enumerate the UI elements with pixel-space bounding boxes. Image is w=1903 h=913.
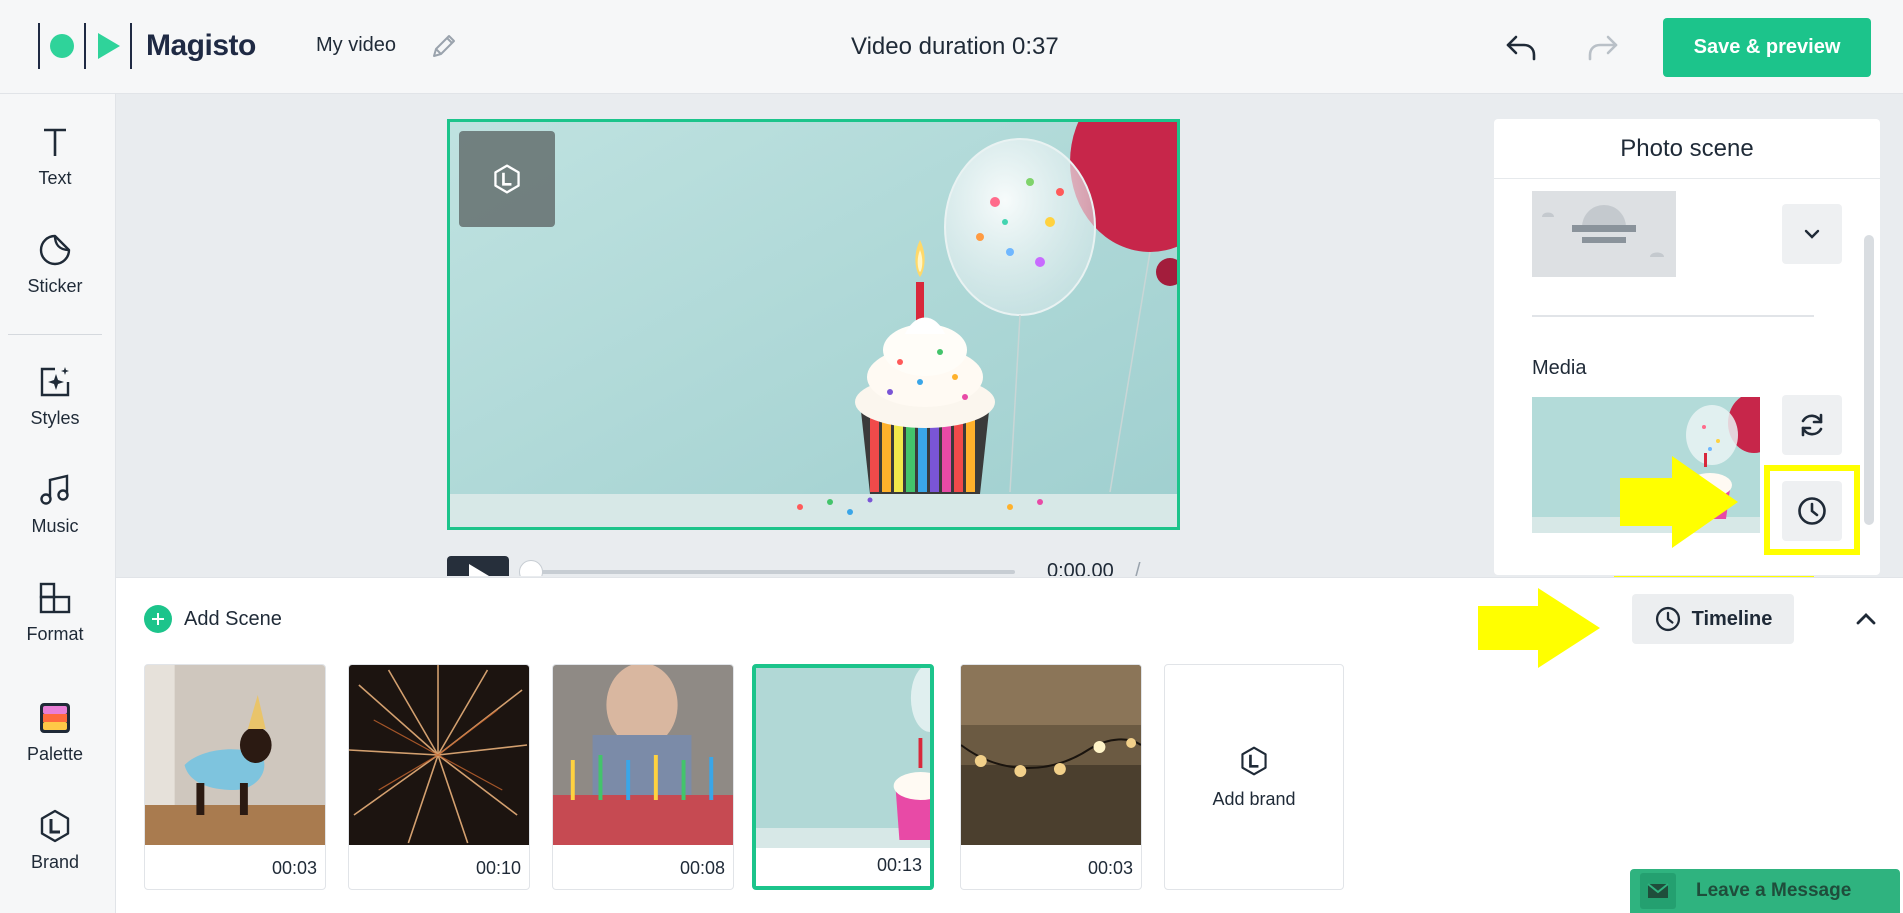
magisto-logo[interactable]: Magisto [38, 22, 256, 70]
left-toolbar: Text Sticker Styles Music Format Palette… [0, 94, 116, 913]
add-scene-button[interactable]: Add Scene [144, 605, 282, 633]
playback-scrubber[interactable] [527, 570, 1015, 574]
plus-circle-icon [144, 605, 172, 633]
brand-logo-icon [1241, 746, 1267, 775]
format-layout-icon [39, 582, 71, 614]
save-preview-button[interactable]: Save & preview [1663, 18, 1871, 77]
add-brand-card[interactable]: Add brand [1164, 664, 1344, 890]
layout-thumbnail[interactable] [1532, 191, 1676, 277]
sidebar-item-format[interactable]: Format [0, 580, 110, 668]
scene-thumb-lights [961, 665, 1141, 845]
panel-divider [1532, 315, 1814, 317]
scene-duration: 00:13 [876, 855, 922, 875]
sidebar-item-sticker[interactable]: Sticker [0, 232, 110, 320]
timeline-label: Timeline [1691, 607, 1773, 630]
video-duration: Video duration 0:37 [851, 33, 1059, 60]
palette-icon [40, 703, 70, 733]
refresh-icon [1801, 413, 1823, 437]
scene-card[interactable]: 00:03 [960, 664, 1142, 890]
scene-duration: 00:03 [271, 858, 317, 878]
layout-dropdown-button[interactable] [1782, 204, 1842, 264]
sidebar-item-music[interactable]: Music [0, 472, 110, 560]
scene-thumb-dog [145, 665, 325, 845]
redo-icon[interactable] [1584, 28, 1622, 66]
sidebar-item-label: Styles [30, 408, 80, 428]
sidebar-item-styles[interactable]: Styles [0, 364, 110, 452]
highlight-box-clock [1764, 465, 1860, 555]
scene-thumb-candles [553, 665, 733, 845]
music-note-icon [40, 474, 69, 505]
sidebar-item-label: Text [38, 168, 72, 188]
scene-thumb-fireworks [349, 665, 529, 845]
logo-play-icon [98, 33, 120, 59]
logo-bar [130, 23, 132, 69]
brand-logo-icon [40, 809, 70, 843]
logo-wordmark: Magisto [146, 29, 256, 62]
current-time: 0:00.00 [1047, 560, 1114, 576]
scene-thumb-cupcake [756, 668, 930, 848]
sidebar-divider [8, 334, 102, 335]
add-scene-label: Add Scene [184, 607, 282, 630]
replace-media-button[interactable] [1782, 395, 1842, 455]
panel-title: Photo scene [1494, 119, 1880, 179]
scene-card[interactable]: 00:08 [552, 664, 734, 890]
video-title[interactable]: My video [316, 34, 396, 57]
scene-preview-canvas[interactable] [447, 119, 1180, 530]
leave-message-widget[interactable]: Leave a Message [1630, 869, 1900, 913]
scene-duration: 00:08 [679, 858, 725, 878]
chevron-down-icon [1804, 229, 1820, 239]
panel-scrollbar[interactable] [1864, 235, 1874, 525]
logo-bar [84, 23, 86, 69]
scrubber-handle[interactable] [519, 560, 543, 576]
styles-icon [40, 367, 70, 397]
text-icon [44, 128, 66, 156]
preview-player-controls: 0:00.00 / 0:12 [447, 556, 1180, 576]
sidebar-item-label: Sticker [27, 276, 83, 296]
undo-icon[interactable] [1502, 28, 1540, 66]
chevron-up-icon[interactable] [1852, 605, 1880, 633]
sidebar-item-label: Format [26, 624, 84, 644]
scene-duration: 00:03 [1087, 858, 1133, 878]
brand-logo-overlay[interactable] [459, 131, 555, 227]
sidebar-item-label: Music [31, 516, 79, 536]
scene-card[interactable]: 00:10 [348, 664, 530, 890]
yellow-arrow-icon [1620, 456, 1738, 548]
sidebar-item-label: Palette [26, 744, 84, 764]
scene-card-selected[interactable]: 00:13 [752, 664, 934, 890]
scene-duration: 00:10 [475, 858, 521, 878]
logo-bar [38, 23, 40, 69]
sidebar-item-label: Brand [30, 852, 80, 872]
play-button[interactable] [447, 556, 509, 576]
add-brand-label: Add brand [1212, 788, 1296, 809]
sidebar-item-palette[interactable]: Palette [0, 700, 110, 788]
edit-pencil-icon[interactable] [428, 30, 460, 62]
yellow-arrow-icon [1478, 588, 1600, 668]
sidebar-item-brand[interactable]: Brand [0, 808, 110, 896]
logo-dot-icon [50, 34, 74, 58]
total-time: / 0:12 [1135, 560, 1141, 576]
cupcake-photo [450, 122, 1177, 527]
clock-icon [1655, 606, 1680, 632]
brand-logo-icon [494, 164, 520, 194]
top-header: Magisto My video Video duration 0:37 Sav… [0, 0, 1903, 94]
scene-card[interactable]: 00:03 [144, 664, 326, 890]
layout-placeholder-icon [1542, 205, 1664, 257]
sidebar-item-text[interactable]: Text [0, 124, 110, 212]
sticker-icon [39, 234, 71, 266]
timeline-button[interactable]: Timeline [1632, 594, 1794, 644]
envelope-icon [1640, 873, 1676, 909]
leave-message-label: Leave a Message [1696, 880, 1852, 901]
media-label: Media [1532, 357, 1587, 379]
